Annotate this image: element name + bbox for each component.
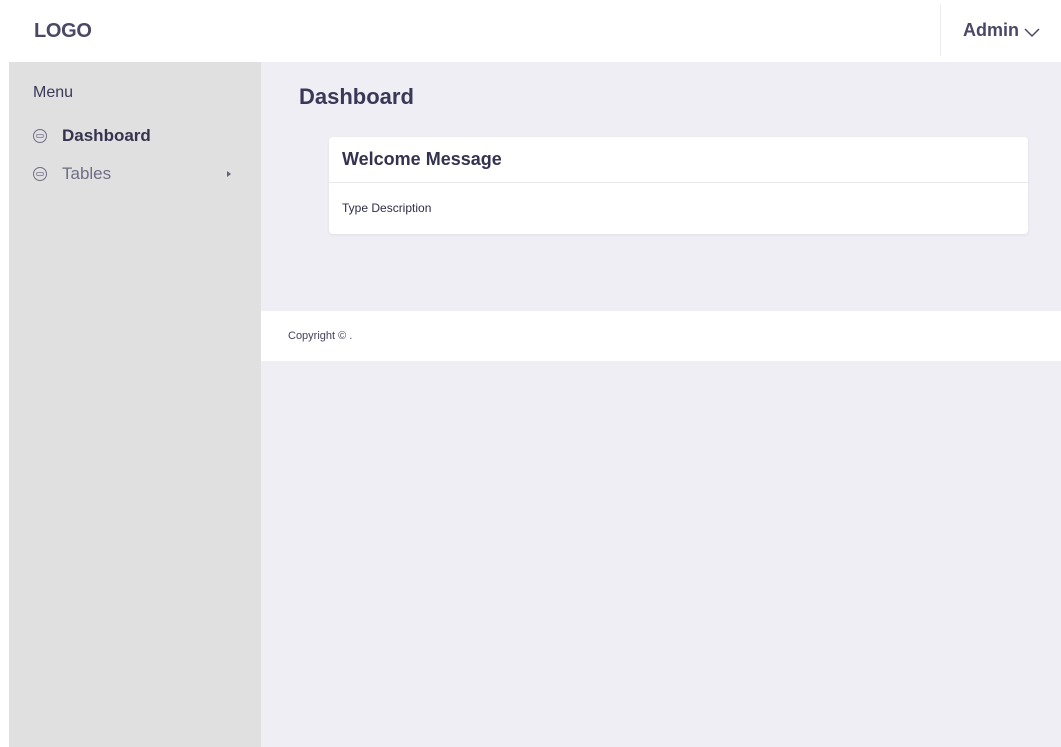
caret-right-icon <box>227 171 231 177</box>
circle-placeholder-icon <box>33 129 47 143</box>
sidebar-item-dashboard[interactable]: Dashboard <box>33 124 249 148</box>
page-title: Dashboard <box>299 84 414 109</box>
card-title: Welcome Message <box>342 149 502 169</box>
user-menu-label: Admin <box>963 19 1019 40</box>
footer: Copyright © . <box>261 311 1061 361</box>
card-description: Type Description <box>342 201 432 215</box>
sidebar: Menu Dashboard Tables <box>9 62 261 747</box>
top-bar: LOGO Admin <box>0 0 1061 62</box>
logo[interactable]: LOGO <box>34 20 92 43</box>
sidebar-item-tables[interactable]: Tables <box>33 162 249 186</box>
copyright-text: Copyright © . <box>288 330 353 342</box>
chevron-down-icon <box>1024 25 1040 38</box>
sidebar-title: Menu <box>33 84 74 101</box>
welcome-card: Welcome Message Type Description <box>329 137 1028 234</box>
sidebar-item-label: Tables <box>62 164 112 183</box>
user-menu-dropdown[interactable]: Admin <box>940 4 1061 56</box>
card-header: Welcome Message <box>329 137 1028 183</box>
circle-placeholder-icon <box>33 167 47 181</box>
card-body: Type Description <box>329 183 1028 233</box>
main-content: Dashboard Welcome Message Type Descripti… <box>261 62 1061 747</box>
sidebar-item-label: Dashboard <box>62 126 151 145</box>
